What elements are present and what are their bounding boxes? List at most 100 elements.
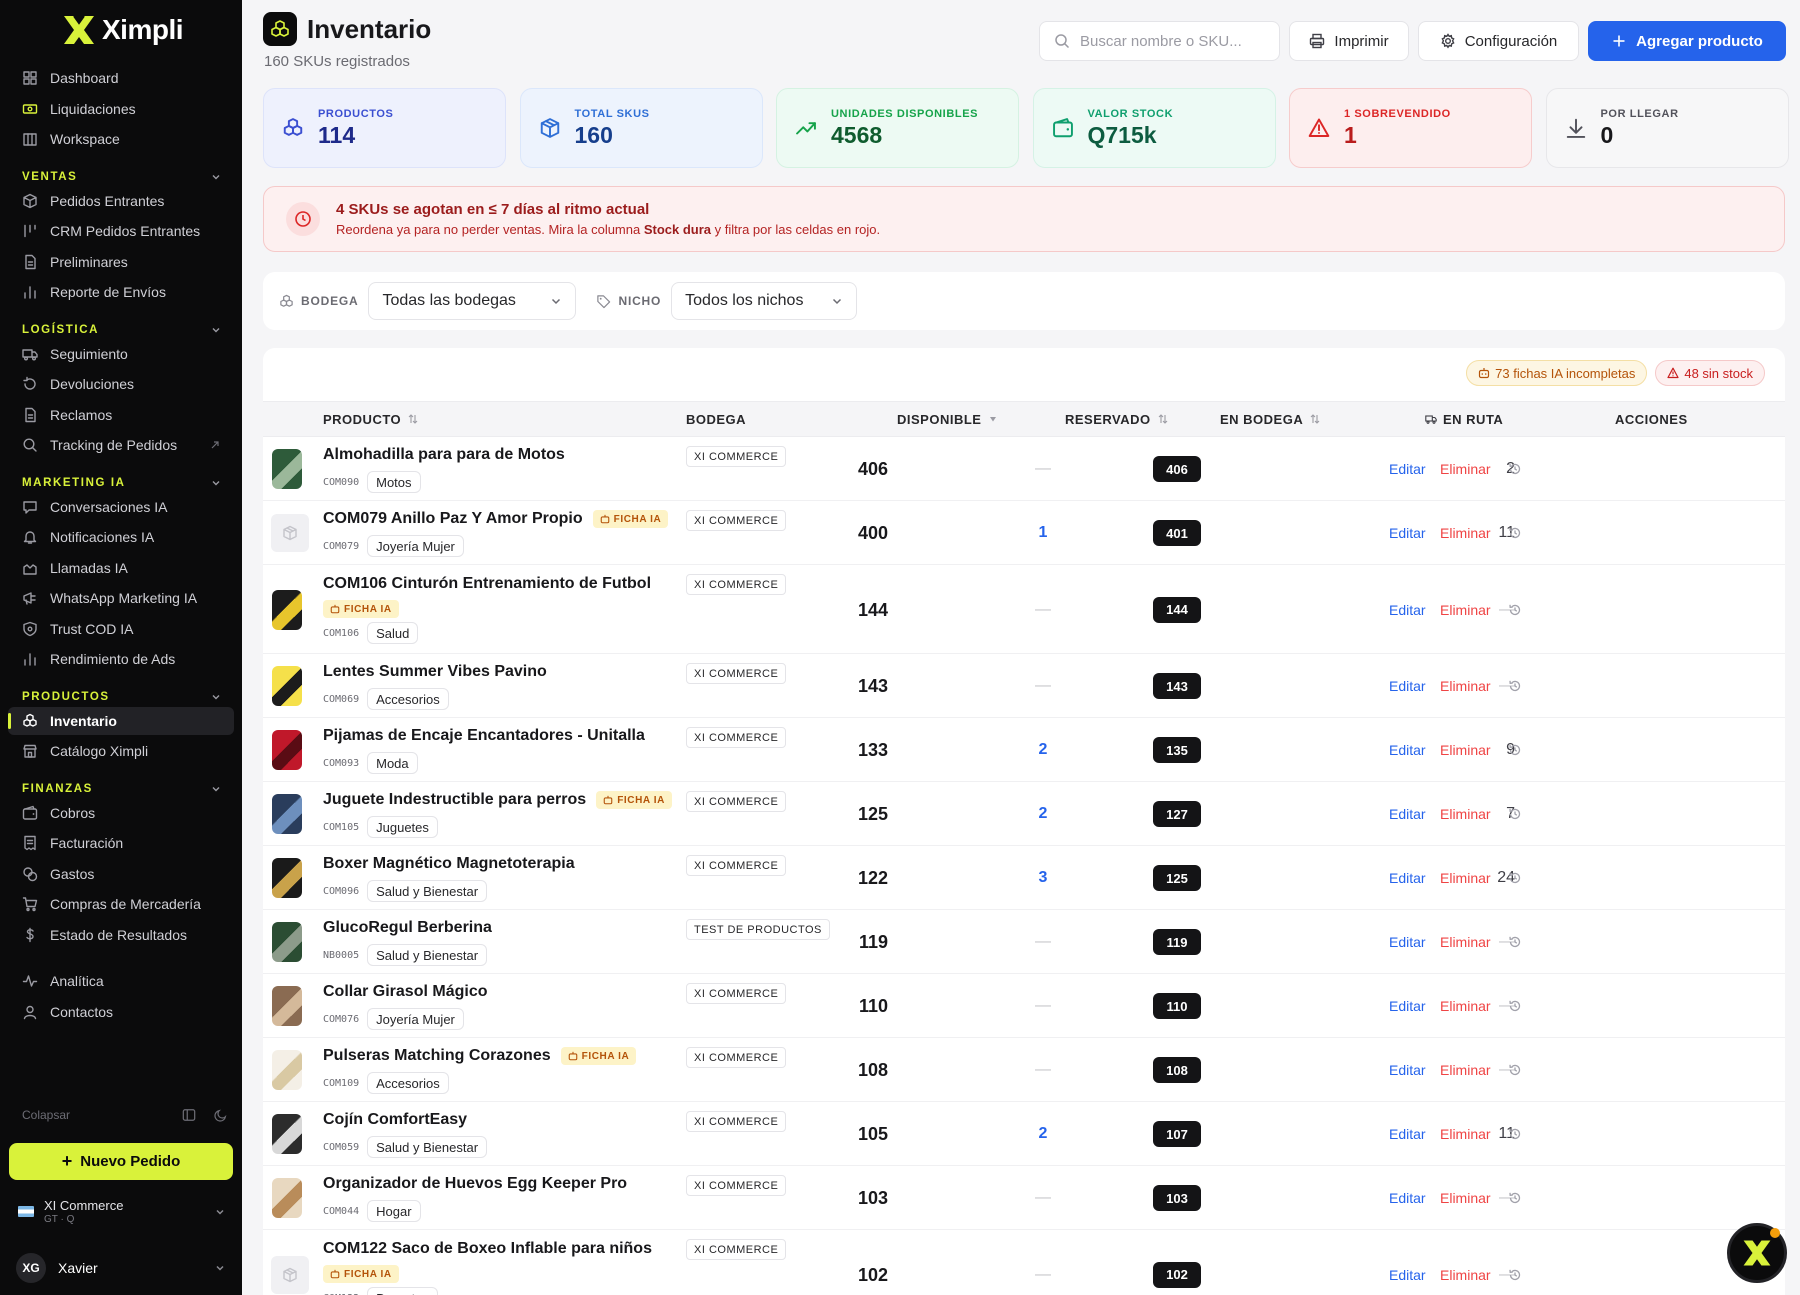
sidebar-item-rendimiento-de-ads[interactable]: Rendimiento de Ads	[8, 645, 234, 673]
delete-button[interactable]: Eliminar	[1440, 1126, 1491, 1142]
sidebar-item-inventario[interactable]: Inventario	[8, 706, 234, 735]
sidebar-section-ventas[interactable]: VENTAS	[22, 167, 222, 187]
history-icon[interactable]	[1508, 871, 1522, 885]
product-name[interactable]: Pijamas de Encaje Encantadores - Unitall…	[323, 727, 645, 745]
delete-button[interactable]: Eliminar	[1440, 461, 1491, 477]
sidebar-item-tracking-de-pedidos[interactable]: Tracking de Pedidos	[8, 431, 234, 459]
incomplete-ia-pill[interactable]: 73 fichas IA incompletas	[1466, 360, 1648, 386]
product-name[interactable]: Boxer Magnético Magnetoterapia	[323, 855, 575, 873]
product-thumbnail[interactable]	[272, 922, 302, 962]
sidebar-section-finanzas[interactable]: FINANZAS	[22, 779, 222, 799]
product-name[interactable]: GlucoRegul Berberina	[323, 919, 492, 937]
sidebar-item-crm-pedidos-entrantes[interactable]: CRM Pedidos Entrantes	[8, 217, 234, 245]
sidebar-section-productos[interactable]: PRODUCTOS	[22, 687, 222, 707]
user-menu[interactable]: XG Xavier	[16, 1253, 226, 1283]
sidebar-item-catálogo-ximpli[interactable]: Catálogo Ximpli	[8, 737, 234, 765]
product-name[interactable]: Juguete Indestructible para perros FICHA …	[323, 791, 672, 809]
history-icon[interactable]	[1508, 935, 1522, 949]
sidebar-item-devoluciones[interactable]: Devoluciones	[8, 370, 234, 398]
nicho-select[interactable]: Todos los nichos	[671, 282, 858, 320]
sidebar-item-liquidaciones[interactable]: Liquidaciones	[8, 95, 234, 123]
history-icon[interactable]	[1508, 999, 1522, 1013]
sidebar-item-reclamos[interactable]: Reclamos	[8, 401, 234, 429]
sidebar-item-estado-de-resultados[interactable]: Estado de Resultados	[8, 921, 234, 949]
product-thumbnail[interactable]	[272, 1114, 302, 1154]
sidebar-item-notificaciones-ia[interactable]: Notificaciones IA	[8, 523, 234, 551]
col-reservado[interactable]: RESERVADO	[1065, 402, 1169, 436]
product-thumbnail[interactable]	[272, 858, 302, 898]
sidebar-item-preliminares[interactable]: Preliminares	[8, 248, 234, 276]
history-icon[interactable]	[1508, 679, 1522, 693]
delete-button[interactable]: Eliminar	[1440, 1190, 1491, 1206]
history-icon[interactable]	[1508, 526, 1522, 540]
product-name[interactable]: Lentes Summer Vibes Pavino	[323, 663, 547, 681]
history-icon[interactable]	[1508, 743, 1522, 757]
sidebar-item-facturación[interactable]: Facturación	[8, 829, 234, 857]
delete-button[interactable]: Eliminar	[1440, 678, 1491, 694]
edit-button[interactable]: Editar	[1389, 742, 1426, 758]
sidebar-item-whatsapp-marketing-ia[interactable]: WhatsApp Marketing IA	[8, 584, 234, 612]
print-button[interactable]: Imprimir	[1289, 21, 1409, 61]
edit-button[interactable]: Editar	[1389, 602, 1426, 618]
stat-card-valor-stock[interactable]: VALOR STOCK Q715k	[1032, 88, 1276, 168]
edit-button[interactable]: Editar	[1389, 1267, 1426, 1283]
edit-button[interactable]: Editar	[1389, 525, 1426, 541]
delete-button[interactable]: Eliminar	[1440, 602, 1491, 618]
product-name[interactable]: Pulseras Matching Corazones FICHA IA	[323, 1047, 637, 1065]
collapse-label[interactable]: Colapsar	[22, 1108, 70, 1122]
edit-button[interactable]: Editar	[1389, 998, 1426, 1014]
delete-button[interactable]: Eliminar	[1440, 934, 1491, 950]
edit-button[interactable]: Editar	[1389, 870, 1426, 886]
sidebar-item-pedidos-entrantes[interactable]: Pedidos Entrantes	[8, 187, 234, 215]
sidebar-item-llamadas-ia[interactable]: Llamadas IA	[8, 554, 234, 582]
sidebar-item-dashboard[interactable]: Dashboard	[8, 64, 234, 92]
product-name[interactable]: Collar Girasol Mágico	[323, 983, 487, 1001]
sidebar-item-contactos[interactable]: Contactos	[8, 998, 234, 1026]
product-name[interactable]: COM079 Anillo Paz Y Amor Propio FICHA IA	[323, 510, 669, 528]
sidebar-section-logística[interactable]: LOGÍSTICA	[22, 320, 222, 340]
product-thumbnail[interactable]	[272, 986, 302, 1026]
sidebar-item-analítica[interactable]: Analítica	[8, 967, 234, 995]
ximpli-assistant-button[interactable]	[1727, 1223, 1787, 1283]
reserved-qty[interactable]: 2	[1033, 741, 1053, 759]
product-name[interactable]: COM106 Cinturón Entrenamiento de Futbol	[323, 575, 651, 593]
product-name[interactable]: COM122 Saco de Boxeo Inflable para niños	[323, 1240, 652, 1258]
stat-card-1-sobrevendido[interactable]: 1 SOBREVENDIDO 1	[1289, 88, 1532, 168]
sidebar-toggle-icon[interactable]	[182, 1108, 196, 1122]
edit-button[interactable]: Editar	[1389, 806, 1426, 822]
edit-button[interactable]: Editar	[1389, 1126, 1426, 1142]
stat-card-unidades-disponibles[interactable]: UNIDADES DISPONIBLES 4568	[776, 88, 1019, 168]
product-thumbnail[interactable]	[272, 589, 302, 630]
edit-button[interactable]: Editar	[1389, 678, 1426, 694]
delete-button[interactable]: Eliminar	[1440, 870, 1491, 886]
col-disponible[interactable]: DISPONIBLE	[897, 402, 999, 436]
reserved-qty[interactable]: 2	[1033, 805, 1053, 823]
settings-button[interactable]: Configuración	[1418, 21, 1579, 61]
delete-button[interactable]: Eliminar	[1440, 1267, 1491, 1283]
edit-button[interactable]: Editar	[1389, 461, 1426, 477]
stat-card-por-llegar[interactable]: POR LLEGAR 0	[1545, 88, 1789, 168]
sidebar-item-gastos[interactable]: Gastos	[8, 860, 234, 888]
delete-button[interactable]: Eliminar	[1440, 998, 1491, 1014]
edit-button[interactable]: Editar	[1389, 1062, 1426, 1078]
col-producto[interactable]: PRODUCTO	[323, 402, 419, 436]
new-order-button[interactable]: + Nuevo Pedido	[9, 1143, 233, 1180]
history-icon[interactable]	[1508, 603, 1522, 617]
reserved-qty[interactable]: 1	[1033, 524, 1053, 542]
edit-button[interactable]: Editar	[1389, 934, 1426, 950]
sidebar-item-workspace[interactable]: Workspace	[8, 125, 234, 153]
sidebar-item-compras-de-mercadería[interactable]: Compras de Mercadería	[8, 890, 234, 918]
sidebar-item-conversaciones-ia[interactable]: Conversaciones IA	[8, 493, 234, 521]
history-icon[interactable]	[1508, 1191, 1522, 1205]
product-thumbnail[interactable]	[272, 794, 302, 834]
reserved-qty[interactable]: 2	[1033, 1125, 1053, 1143]
product-thumbnail[interactable]	[272, 1178, 302, 1218]
sidebar-item-trust-cod-ia[interactable]: Trust COD IA	[8, 615, 234, 643]
bodega-select[interactable]: Todas las bodegas	[368, 282, 577, 320]
history-icon[interactable]	[1508, 1063, 1522, 1077]
product-thumbnail[interactable]	[272, 666, 302, 706]
brand[interactable]: Ximpli	[0, 0, 242, 52]
sidebar-item-reporte-de-envíos[interactable]: Reporte de Envíos	[8, 278, 234, 306]
add-product-button[interactable]: Agregar producto	[1588, 21, 1786, 61]
stat-card-total-skus[interactable]: TOTAL SKUS 160	[519, 88, 763, 168]
